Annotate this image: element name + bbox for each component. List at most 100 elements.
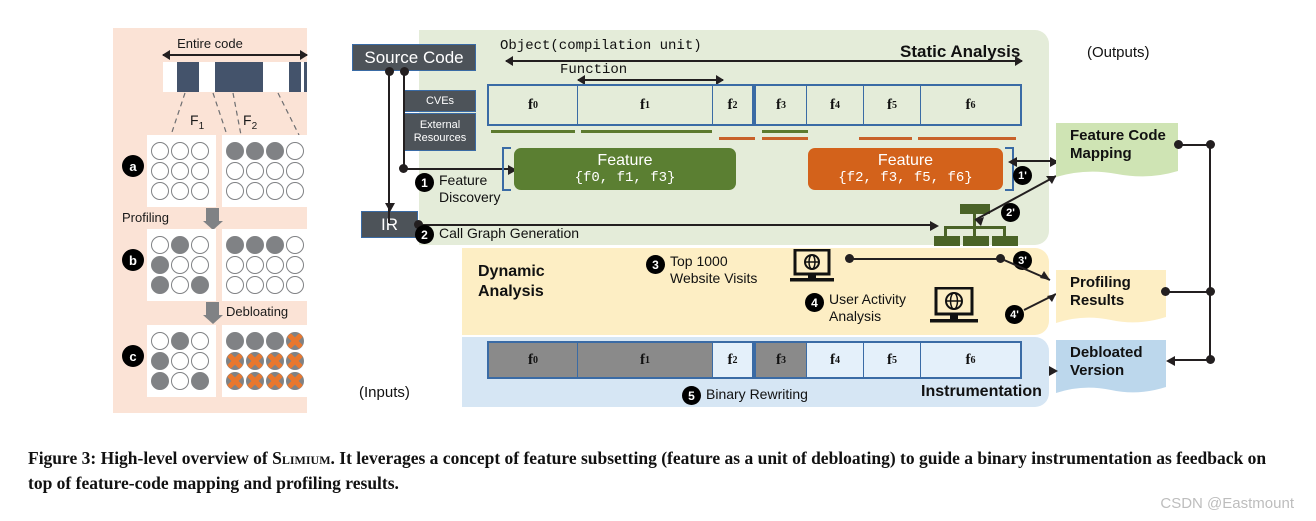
feature-green-title: Feature (597, 151, 653, 169)
grid-cell (266, 352, 284, 370)
code-segment-3 (215, 62, 263, 92)
block-f3: f3 (756, 343, 806, 377)
grid-cell (266, 142, 284, 160)
grid-cell (171, 236, 189, 254)
block-f5: f5 (863, 86, 920, 124)
grid-cell (191, 162, 209, 180)
green-underline-f0 (491, 130, 575, 133)
external-resources-box[interactable]: External Resources (404, 113, 476, 151)
code-segment-1 (177, 62, 199, 92)
grid-cell (171, 162, 189, 180)
block-f3: f3 (776, 96, 786, 113)
grid-cell (191, 372, 209, 390)
grid-cell (286, 332, 304, 350)
grid-b-f1 (147, 229, 216, 301)
arrow-3p (1003, 259, 1051, 281)
grid-cell (226, 142, 244, 160)
call-graph-arrowhead (930, 221, 939, 231)
entire-code-arrow (162, 50, 308, 60)
grid-cell (191, 142, 209, 160)
grid-cell (151, 182, 169, 200)
grid-cell (171, 142, 189, 160)
grid-cell (171, 352, 189, 370)
grid-cell (246, 276, 264, 294)
feature-code-mapping-banner[interactable]: Feature Code Mapping (1056, 123, 1178, 167)
step3-line (849, 258, 1001, 260)
block-f6: f6 (920, 343, 1020, 377)
fcm-banner-wave (1056, 166, 1178, 177)
source-code-box[interactable]: Source Code (352, 44, 476, 71)
object-group-1: f0 f1f2 (487, 84, 754, 126)
profiling-label: Profiling (122, 210, 169, 225)
grid-cell (171, 182, 189, 200)
object-group-2: f3 f4f5f6 (754, 84, 1022, 126)
grid-cell (191, 332, 209, 350)
figure-caption: Figure 3: High-level overview of Slimium… (28, 446, 1293, 497)
profiling-results-banner[interactable]: Profiling Results (1056, 270, 1166, 314)
grid-cell (151, 332, 169, 350)
orange-underline-f3 (762, 137, 808, 140)
grid-a-f2 (222, 135, 310, 207)
grid-cell (246, 256, 264, 274)
grid-c-f2 (222, 325, 310, 397)
grid-cell (171, 256, 189, 274)
grid-cell (191, 276, 209, 294)
grid-cell (226, 182, 244, 200)
source-to-feature-line-h (403, 168, 511, 170)
grid-cell (286, 372, 304, 390)
source-to-ir-arrowhead (385, 203, 395, 212)
step-1-badge: 1 (415, 173, 434, 192)
grid-cell (266, 236, 284, 254)
grid-cell (226, 352, 244, 370)
block-f2: f2 (712, 86, 752, 124)
prof-rail-dot-b (1206, 287, 1215, 296)
grid-cell (226, 256, 244, 274)
grid-cell (151, 142, 169, 160)
grid-cell (266, 332, 284, 350)
grid-cell (246, 142, 264, 160)
cves-box[interactable]: CVEs (404, 90, 476, 112)
grid-cell (151, 352, 169, 370)
grid-cell (226, 162, 244, 180)
feature-green-box[interactable]: Feature {f0, f1, f3} (514, 148, 736, 190)
grid-cell (246, 236, 264, 254)
instr-group-1: f0f1f2 (487, 341, 754, 379)
badge-c: c (122, 345, 144, 367)
feature-f1-label: F1 (190, 112, 205, 132)
grid-cell (171, 332, 189, 350)
instrumentation-title: Instrumentation (921, 383, 1042, 400)
block-f2: f2 (712, 343, 752, 377)
function-span-arrow (577, 75, 724, 85)
grid-cell (151, 372, 169, 390)
grid-cell (151, 276, 169, 294)
inputs-label: (Inputs) (359, 384, 410, 401)
grid-cell (266, 372, 284, 390)
step-2p-badge: 2' (1001, 203, 1020, 222)
laptop-globe-icon-1 (790, 249, 834, 282)
grid-cell (171, 276, 189, 294)
grid-cell (286, 162, 304, 180)
green-underline-f3 (762, 130, 808, 133)
grid-cell (266, 182, 284, 200)
grid-cell (266, 276, 284, 294)
static-analysis-title: Static Analysis (900, 42, 1021, 61)
feature-orange-set: {f2, f3, f5, f6} (838, 170, 973, 187)
profiling-arrow (206, 208, 219, 222)
code-to-feature-dashed-lines (170, 92, 300, 136)
static-function-blocks: f0 f1f2 f3 f4f5f6 (487, 84, 1022, 126)
caption-part1: Figure 3: High-level overview of (28, 448, 273, 468)
object-label: Object(compilation unit) (500, 38, 702, 54)
entire-code-bar (163, 62, 307, 92)
grid-cell (266, 162, 284, 180)
step-2-badge: 2 (415, 225, 434, 244)
grid-cell (246, 162, 264, 180)
block-f4: f4 (806, 86, 863, 124)
watermark: CSDN @Eastmount (1160, 495, 1294, 512)
debloated-version-banner[interactable]: Debloated Version (1056, 340, 1166, 384)
instr-group-2: f3f4f5f6 (754, 341, 1022, 379)
grid-cell (286, 236, 304, 254)
step-5-badge: 5 (682, 386, 701, 405)
grid-cell (246, 372, 264, 390)
code-segment-2 (199, 62, 215, 92)
instrumentation-blocks: f0f1f2 f3f4f5f6 (487, 341, 1022, 379)
